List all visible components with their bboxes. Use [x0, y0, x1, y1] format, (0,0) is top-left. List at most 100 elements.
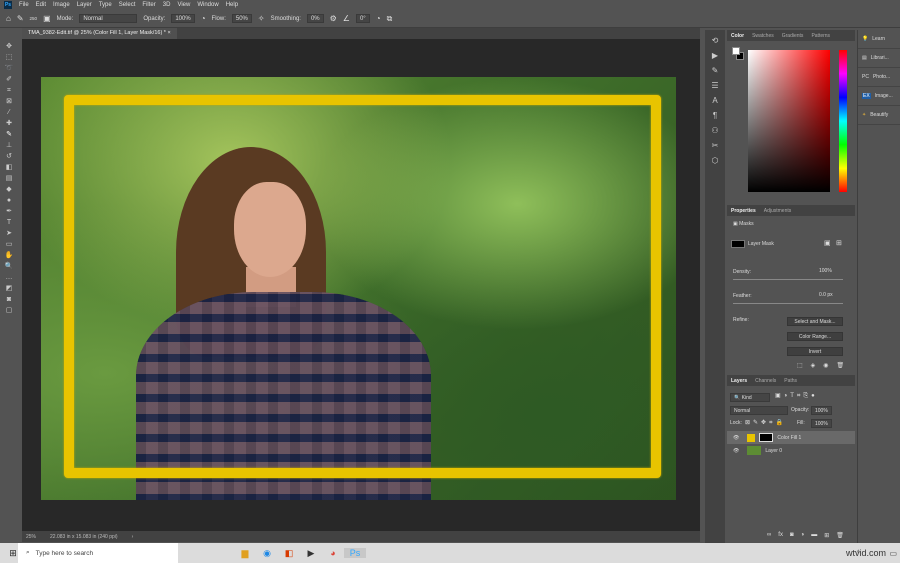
brush-tool-icon[interactable]: ✎	[6, 130, 12, 139]
cortana-icon[interactable]: ○	[190, 548, 212, 558]
adjustment-layer-icon[interactable]: ◑	[801, 532, 805, 539]
delete-mask-icon[interactable]: 🗑	[837, 362, 845, 369]
windows-start-icon[interactable]: ⊞	[2, 548, 24, 559]
chevron-right-icon[interactable]: ›	[132, 534, 134, 540]
brushes-icon[interactable]: ✎	[712, 66, 719, 75]
group-icon[interactable]: ▬	[811, 532, 817, 539]
hue-slider[interactable]	[839, 50, 847, 192]
apply-mask-icon[interactable]: ◈	[811, 362, 816, 369]
fill-field[interactable]: 100%	[811, 419, 832, 428]
task-view-icon[interactable]: ⧉	[212, 548, 234, 559]
menu-file[interactable]: File	[19, 2, 29, 8]
dodge-tool-icon[interactable]: ●	[7, 196, 11, 205]
tab-gradients[interactable]: Gradients	[782, 33, 804, 39]
photo-panel-button[interactable]: PC Photo...	[858, 68, 900, 87]
layer-filter-select[interactable]: 🔍 Kind	[730, 393, 770, 402]
tool-presets-icon[interactable]: ✂	[712, 141, 719, 150]
gradient-tool-icon[interactable]: ▤	[6, 174, 13, 183]
adjustments-icon[interactable]: ☰	[711, 81, 718, 90]
tab-channels[interactable]: Channels	[755, 378, 776, 384]
density-value[interactable]: 100%	[819, 268, 832, 274]
hand-tool-icon[interactable]: ✋	[5, 251, 14, 260]
visibility-eye-icon[interactable]: 👁	[733, 435, 739, 441]
brush-tool-icon[interactable]: ✎	[17, 14, 24, 23]
menu-filter[interactable]: Filter	[142, 2, 155, 8]
document-canvas-photo[interactable]	[41, 77, 676, 500]
menu-3d[interactable]: 3D	[163, 2, 171, 8]
menu-type[interactable]: Type	[99, 2, 112, 8]
layer-filter-icons[interactable]: ▣◑T⌗⎘●	[775, 392, 818, 400]
paragraph-icon[interactable]: ¶	[713, 111, 717, 120]
3d-icon[interactable]: ⬡	[712, 156, 719, 165]
vector-mask-icon[interactable]: ⊞	[836, 239, 842, 247]
pen-tool-icon[interactable]: ✒	[6, 207, 12, 216]
invert-button[interactable]: Invert	[787, 347, 843, 356]
history-icon[interactable]: ⟲	[712, 36, 719, 45]
office-icon[interactable]: ◧	[278, 548, 300, 559]
select-and-mask-button[interactable]: Select and Mask...	[787, 317, 843, 326]
angle-field[interactable]: 0°	[355, 14, 370, 23]
quick-mask-icon[interactable]: ◙	[7, 295, 11, 304]
pressure-size-icon[interactable]: ◔	[376, 14, 381, 23]
terminal-icon[interactable]: ▶	[300, 548, 322, 559]
mask-thumbnail[interactable]	[759, 433, 774, 442]
rectangle-tool-icon[interactable]: ▭	[6, 240, 13, 249]
blur-tool-icon[interactable]: ◆	[6, 185, 11, 194]
file-explorer-icon[interactable]: ▆	[234, 548, 256, 559]
clone-source-icon[interactable]: ⚇	[711, 126, 718, 135]
path-select-icon[interactable]: ➤	[6, 229, 12, 238]
blend-mode-select[interactable]: Normal	[730, 406, 788, 415]
link-layers-icon[interactable]: ∞	[767, 532, 771, 539]
gear-icon[interactable]: ⚙	[330, 14, 337, 23]
tab-color[interactable]: Color	[731, 33, 744, 39]
opacity-field[interactable]: 100%	[171, 14, 195, 23]
mode-select[interactable]: Normal	[79, 14, 138, 23]
chrome-icon[interactable]: ◕	[322, 548, 344, 558]
symmetry-icon[interactable]: ⧉	[387, 14, 393, 24]
document-tab[interactable]: TMA_9382-Edit.tif @ 25% (Color Fill 1, L…	[22, 28, 177, 39]
frame-tool-icon[interactable]: ⊠	[6, 97, 12, 106]
type-tool-icon[interactable]: T	[7, 218, 11, 227]
disable-mask-icon[interactable]: ◉	[823, 362, 828, 369]
new-layer-icon[interactable]: ⊞	[824, 532, 829, 539]
beautify-panel-button[interactable]: ✦ Beautify	[858, 106, 900, 125]
quick-select-icon[interactable]: ✐	[6, 75, 12, 84]
tab-swatches[interactable]: Swatches	[752, 33, 774, 39]
density-slider[interactable]	[733, 279, 843, 280]
feather-value[interactable]: 0.0 px	[819, 292, 833, 298]
eyedropper-icon[interactable]: ⁄	[8, 108, 9, 117]
visibility-eye-icon[interactable]: 👁	[733, 448, 739, 454]
tab-paths[interactable]: Paths	[784, 378, 797, 384]
menu-select[interactable]: Select	[119, 2, 136, 8]
more-tools-icon[interactable]: …	[6, 273, 13, 282]
crop-tool-icon[interactable]: ⌗	[7, 86, 11, 95]
menu-help[interactable]: Help	[226, 2, 238, 8]
lasso-tool-icon[interactable]: ➰	[5, 64, 14, 73]
actions-icon[interactable]: ▶	[712, 51, 718, 60]
layer-row-layer-0[interactable]: 👁 Layer 0	[727, 444, 855, 457]
zoom-level[interactable]: 25%	[26, 534, 36, 540]
layer-style-icon[interactable]: fx	[778, 532, 783, 539]
menu-image[interactable]: Image	[53, 2, 70, 8]
screen-mode-icon[interactable]: ▢	[6, 306, 13, 315]
color-swatches-icon[interactable]: ◩	[6, 284, 13, 293]
brush-settings-icon[interactable]: ▣	[43, 14, 51, 23]
delete-layer-icon[interactable]: 🗑	[836, 532, 844, 539]
foreground-color-swatch[interactable]	[732, 47, 740, 55]
add-mask-icon[interactable]: ◙	[790, 532, 794, 539]
pressure-opacity-icon[interactable]: ◔	[201, 14, 206, 23]
menu-view[interactable]: View	[177, 2, 190, 8]
taskbar-search-box[interactable]: ⌕ Type here to search	[18, 543, 178, 563]
browser-icon[interactable]: ◉	[256, 548, 278, 559]
photoshop-taskbar-icon[interactable]: Ps	[344, 548, 366, 558]
libraries-panel-button[interactable]: ▤ Librari...	[858, 49, 900, 68]
tab-adjustments[interactable]: Adjustments	[764, 208, 792, 214]
marquee-tool-icon[interactable]: ⬚	[6, 53, 13, 62]
feather-slider[interactable]	[733, 303, 843, 304]
character-icon[interactable]: A	[712, 96, 717, 105]
color-picker-field[interactable]	[748, 50, 830, 192]
menu-window[interactable]: Window	[197, 2, 218, 8]
healing-brush-icon[interactable]: ✚	[6, 119, 12, 128]
layer-row-color-fill[interactable]: 👁 Color Fill 1	[727, 431, 855, 444]
layer-mask-thumbnail[interactable]	[731, 240, 745, 248]
